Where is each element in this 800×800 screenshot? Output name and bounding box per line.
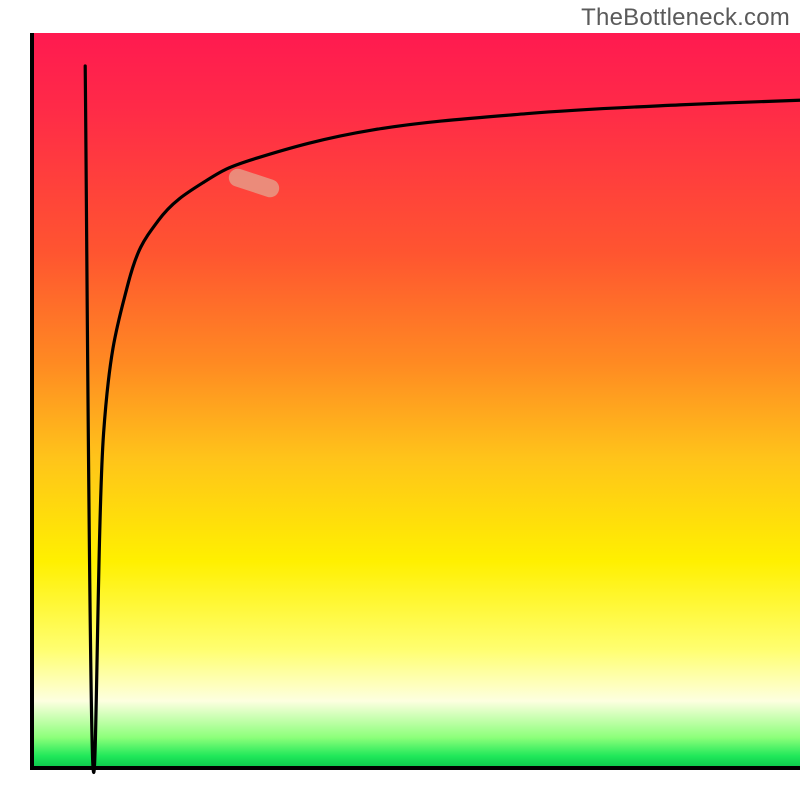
- y-axis: [30, 33, 34, 769]
- axes: [0, 0, 800, 800]
- x-axis: [30, 766, 800, 770]
- chart-container: TheBottleneck.com: [0, 0, 800, 800]
